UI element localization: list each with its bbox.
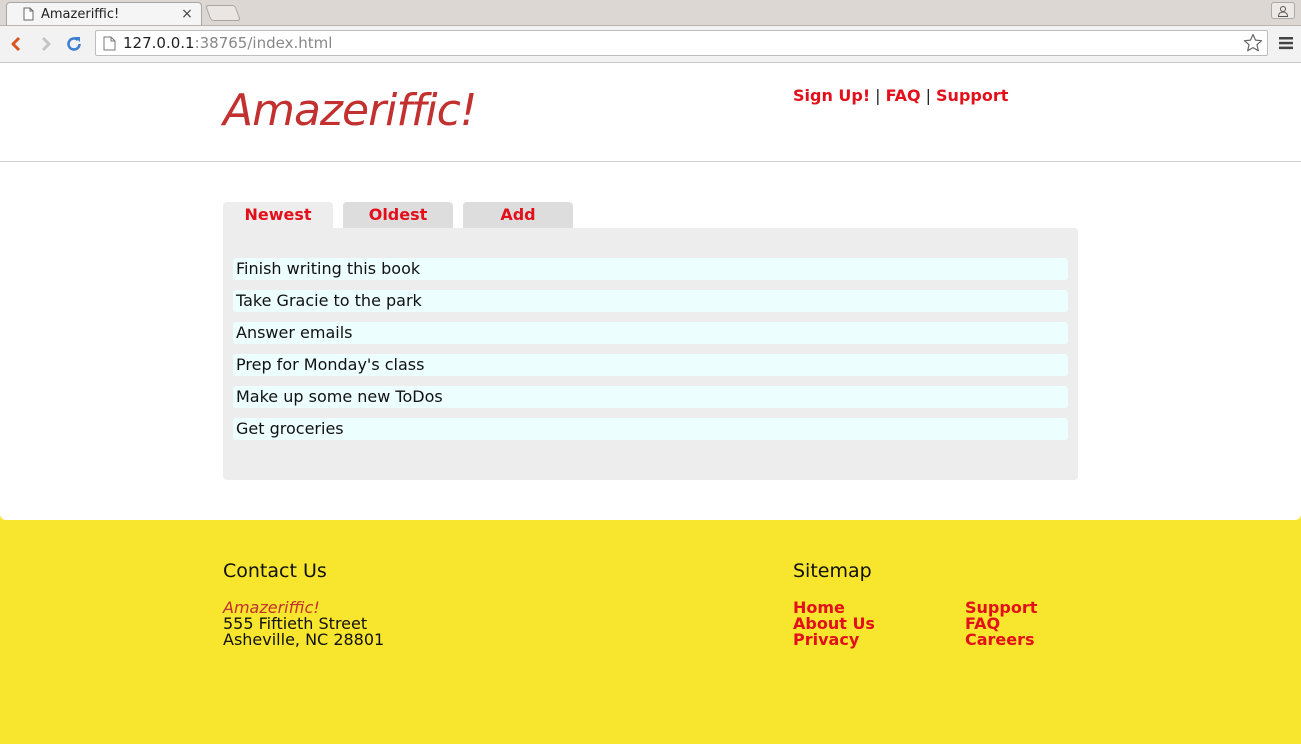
new-tab-button[interactable]: [205, 5, 241, 21]
tab-add[interactable]: Add: [463, 202, 573, 228]
support-link[interactable]: Support: [936, 86, 1008, 105]
todo-item: Get groceries: [233, 418, 1068, 440]
contact-city: Asheville, NC 28801: [223, 630, 385, 649]
browser-tab[interactable]: Amazeriffic! ×: [6, 2, 202, 25]
browser-tabstrip: Amazeriffic! ×: [0, 0, 1301, 26]
todo-item: Prep for Monday's class: [233, 354, 1068, 376]
contact-heading: Contact Us: [223, 560, 327, 582]
page-header: Amazeriffic! Sign Up! | FAQ | Support: [0, 63, 1301, 162]
address-bar[interactable]: 127.0.0.1:38765/index.html: [95, 30, 1268, 56]
bookmark-star-icon[interactable]: [1243, 33, 1263, 53]
nav-separator: |: [925, 86, 932, 105]
page-footer: Contact Us Amazeriffic! 555 Fiftieth Str…: [0, 520, 1301, 744]
reload-button[interactable]: [63, 33, 85, 55]
forward-arrow-icon: [41, 36, 51, 52]
todo-list-panel: Finish writing this book Take Gracie to …: [223, 228, 1078, 480]
url-host: 127.0.0.1: [123, 34, 195, 52]
tab-oldest[interactable]: Oldest: [343, 202, 453, 228]
person-icon: [1277, 5, 1289, 17]
sitemap-column-1: Home About Us Privacy: [793, 600, 875, 648]
site-logo[interactable]: Amazeriffic!: [223, 85, 477, 136]
url-path: :38765/index.html: [194, 34, 333, 52]
faq-link[interactable]: FAQ: [886, 86, 921, 105]
back-button[interactable]: [5, 33, 27, 55]
close-tab-icon[interactable]: ×: [179, 6, 195, 22]
profile-button[interactable]: [1271, 2, 1295, 19]
document-icon: [23, 7, 34, 21]
todo-item: Finish writing this book: [233, 258, 1068, 280]
back-arrow-icon: [11, 36, 21, 52]
todo-item: Take Gracie to the park: [233, 290, 1068, 312]
top-nav: Sign Up! | FAQ | Support: [793, 86, 1008, 105]
browser-toolbar: 127.0.0.1:38765/index.html: [0, 26, 1301, 63]
todo-item: Answer emails: [233, 322, 1068, 344]
main-content: Newest Oldest Add Finish writing this bo…: [0, 162, 1301, 520]
contact-address: Amazeriffic! 555 Fiftieth Street Ashevil…: [223, 600, 384, 648]
page-icon: [103, 36, 116, 50]
signup-link[interactable]: Sign Up!: [793, 86, 870, 105]
todo-item: Make up some new ToDos: [233, 386, 1068, 408]
tab-title: Amazeriffic!: [41, 6, 120, 22]
sitemap-column-2: Support FAQ Careers: [965, 600, 1037, 648]
reload-icon: [67, 37, 81, 51]
nav-separator: |: [875, 86, 881, 105]
sitemap-link-privacy[interactable]: Privacy: [793, 632, 875, 648]
forward-button[interactable]: [35, 33, 57, 55]
sitemap-link-careers[interactable]: Careers: [965, 632, 1037, 648]
sitemap-heading: Sitemap: [793, 560, 872, 582]
tab-newest[interactable]: Newest: [223, 202, 333, 229]
hamburger-menu-icon[interactable]: [1279, 36, 1293, 50]
